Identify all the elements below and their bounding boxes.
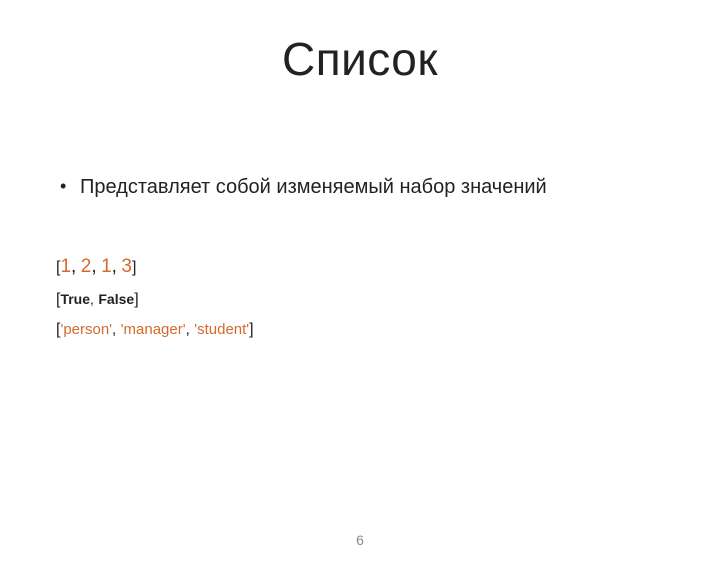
comma: ,: [186, 321, 190, 338]
number-literal: 2: [81, 256, 92, 277]
number-literal: 1: [60, 256, 71, 277]
page-number: 6: [0, 532, 720, 548]
comma: ,: [71, 256, 76, 277]
slide-body: Представляет собой изменяемый набор знач…: [0, 176, 720, 346]
comma: ,: [91, 256, 96, 277]
comma: ,: [90, 291, 94, 307]
page-title: Список: [0, 32, 720, 86]
comma: ,: [112, 256, 117, 277]
code-example-strings: ['person', 'manager', 'student']: [56, 315, 664, 345]
close-bracket: ]: [132, 259, 136, 276]
code-example-numbers: [1, 2, 1, 3]: [56, 249, 664, 285]
code-example-booleans: [True, False]: [56, 285, 664, 315]
keyword-true: True: [60, 291, 90, 307]
close-bracket: ]: [249, 321, 253, 338]
string-literal: 'student': [194, 321, 249, 338]
number-literal: 3: [121, 256, 132, 277]
number-literal: 1: [101, 256, 112, 277]
close-bracket: ]: [134, 291, 138, 308]
string-literal: 'person': [60, 321, 112, 338]
bullet-list: Представляет собой изменяемый набор знач…: [56, 176, 664, 199]
keyword-false: False: [98, 291, 134, 307]
string-literal: 'manager': [121, 321, 186, 338]
bullet-item: Представляет собой изменяемый набор знач…: [56, 176, 664, 199]
comma: ,: [112, 321, 116, 338]
